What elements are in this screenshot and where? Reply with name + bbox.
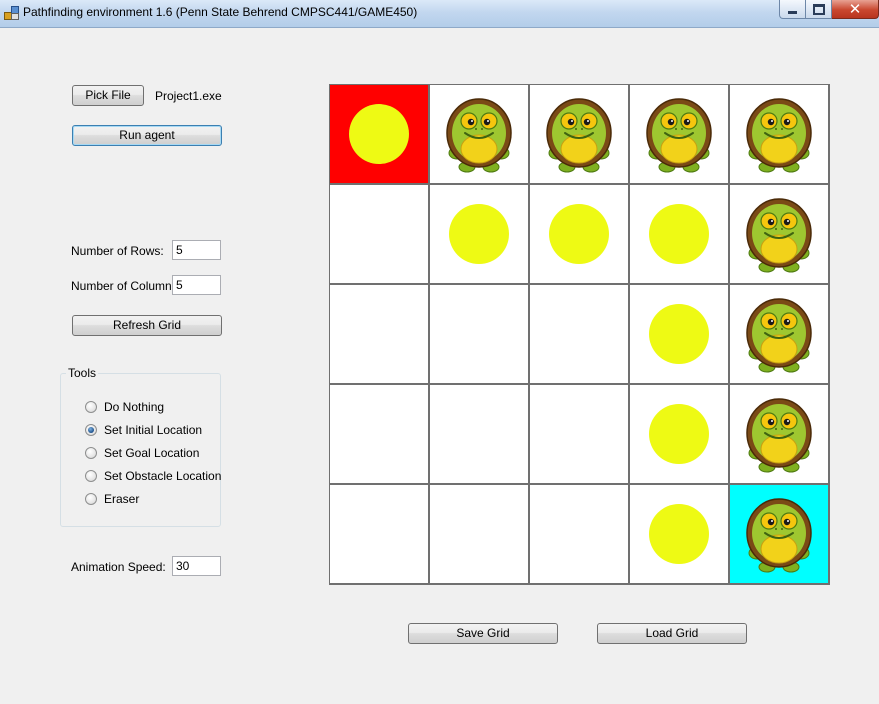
path-marker-icon bbox=[649, 404, 709, 464]
grid-cell[interactable] bbox=[530, 185, 628, 283]
grid-cell[interactable] bbox=[630, 485, 728, 583]
tool-option[interactable]: Eraser bbox=[85, 491, 139, 507]
grid-cell[interactable] bbox=[630, 385, 728, 483]
close-button[interactable]: ✕ bbox=[832, 0, 879, 19]
radio-button[interactable] bbox=[85, 401, 97, 413]
turtle-icon bbox=[646, 98, 712, 173]
tool-option[interactable]: Set Obstacle Location bbox=[85, 468, 221, 484]
tool-option[interactable]: Do Nothing bbox=[85, 399, 164, 415]
path-marker-icon bbox=[649, 504, 709, 564]
tool-option-label: Set Obstacle Location bbox=[104, 469, 222, 483]
tool-option-label: Do Nothing bbox=[104, 400, 165, 414]
tool-option[interactable]: Set Goal Location bbox=[85, 445, 199, 461]
client-area: Pick File Project1.exe Run agent Number … bbox=[0, 28, 879, 704]
grid-cell[interactable] bbox=[730, 285, 828, 383]
grid-cell[interactable] bbox=[530, 285, 628, 383]
grid-cell[interactable] bbox=[530, 385, 628, 483]
grid-cell[interactable] bbox=[430, 485, 528, 583]
grid-cell[interactable] bbox=[630, 85, 728, 183]
window-title: Pathfinding environment 1.6 (Penn State … bbox=[23, 5, 418, 19]
tool-option-label: Set Initial Location bbox=[104, 423, 203, 437]
grid-cell[interactable] bbox=[430, 85, 528, 183]
grid-cell[interactable] bbox=[730, 485, 828, 583]
minimize-icon bbox=[788, 10, 797, 14]
maximize-button[interactable] bbox=[806, 0, 832, 19]
grid-cell[interactable] bbox=[330, 485, 428, 583]
animation-speed-input[interactable]: 30 bbox=[172, 556, 221, 576]
tool-option-label: Set Goal Location bbox=[104, 446, 200, 460]
path-marker-icon bbox=[649, 204, 709, 264]
grid-cell[interactable] bbox=[330, 185, 428, 283]
grid-cell[interactable] bbox=[430, 185, 528, 283]
path-marker-icon bbox=[649, 304, 709, 364]
load-grid-button[interactable]: Load Grid bbox=[597, 623, 747, 644]
pathfinding-grid[interactable] bbox=[329, 84, 830, 585]
turtle-icon bbox=[546, 98, 612, 173]
columns-label: Number of Columns: bbox=[71, 279, 182, 293]
turtle-icon bbox=[746, 198, 812, 273]
turtle-icon bbox=[746, 98, 812, 173]
grid-cell[interactable] bbox=[730, 385, 828, 483]
tools-title: Tools bbox=[66, 366, 99, 380]
tool-option-label: Eraser bbox=[104, 492, 140, 506]
path-marker-icon bbox=[349, 104, 409, 164]
radio-button[interactable] bbox=[85, 493, 97, 505]
rows-label: Number of Rows: bbox=[71, 244, 164, 258]
minimize-button[interactable] bbox=[779, 0, 806, 19]
maximize-icon bbox=[812, 3, 825, 15]
animation-speed-label: Animation Speed: bbox=[71, 560, 166, 574]
file-name-label: Project1.exe bbox=[155, 89, 222, 103]
path-marker-icon bbox=[549, 204, 609, 264]
close-icon: ✕ bbox=[848, 0, 862, 18]
columns-input[interactable]: 5 bbox=[172, 275, 221, 295]
turtle-icon bbox=[746, 398, 812, 473]
grid-cell[interactable] bbox=[330, 285, 428, 383]
turtle-icon bbox=[746, 298, 812, 373]
radio-button[interactable] bbox=[85, 447, 97, 459]
radio-button[interactable] bbox=[85, 424, 97, 436]
rows-input[interactable]: 5 bbox=[172, 240, 221, 260]
refresh-grid-button[interactable]: Refresh Grid bbox=[72, 315, 222, 336]
path-marker-icon bbox=[449, 204, 509, 264]
turtle-icon bbox=[446, 98, 512, 173]
grid-cell[interactable] bbox=[530, 485, 628, 583]
title-bar: Pathfinding environment 1.6 (Penn State … bbox=[0, 0, 879, 28]
grid-cell[interactable] bbox=[630, 285, 728, 383]
grid-cell[interactable] bbox=[730, 85, 828, 183]
grid-cell[interactable] bbox=[530, 85, 628, 183]
grid-cell[interactable] bbox=[330, 385, 428, 483]
grid-cell[interactable] bbox=[430, 385, 528, 483]
radio-button[interactable] bbox=[85, 470, 97, 482]
grid-cell[interactable] bbox=[630, 185, 728, 283]
grid-cell[interactable] bbox=[730, 185, 828, 283]
grid-cell[interactable] bbox=[330, 85, 428, 183]
turtle-icon bbox=[746, 498, 812, 573]
app-icon bbox=[4, 6, 19, 20]
tool-option[interactable]: Set Initial Location bbox=[85, 422, 202, 438]
run-agent-button[interactable]: Run agent bbox=[72, 125, 222, 146]
grid-cell[interactable] bbox=[430, 285, 528, 383]
save-grid-button[interactable]: Save Grid bbox=[408, 623, 558, 644]
pick-file-button[interactable]: Pick File bbox=[72, 85, 144, 106]
